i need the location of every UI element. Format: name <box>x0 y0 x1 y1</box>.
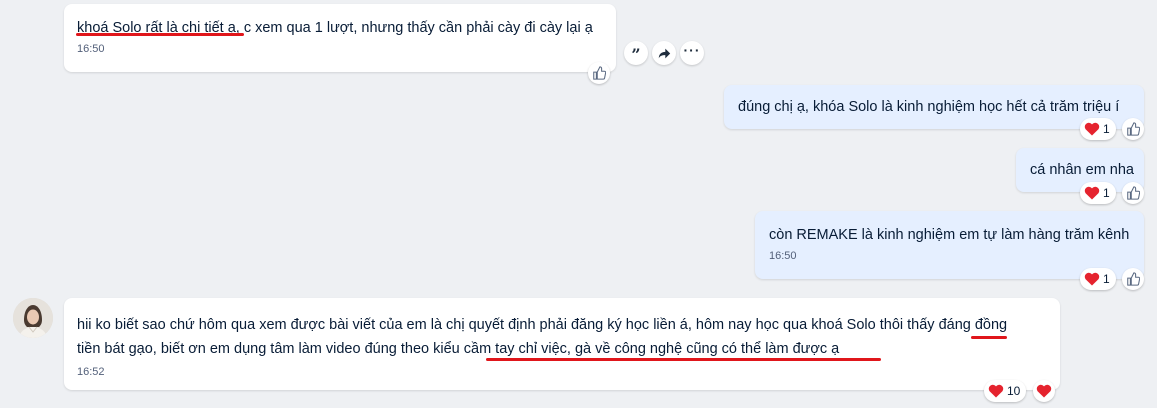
thumbs-up-icon <box>593 66 606 80</box>
user-photo-icon <box>13 298 53 338</box>
message-text: đúng chị ạ, khóa Solo là kinh nghiệm học… <box>738 99 1120 115</box>
heart-icon <box>1036 384 1052 398</box>
message-time: 16:52 <box>77 366 105 378</box>
heart-icon <box>1084 272 1100 286</box>
like-reaction-button[interactable] <box>1122 182 1144 204</box>
reaction-count: 1 <box>1103 272 1110 286</box>
thumbs-up-icon <box>1127 186 1140 200</box>
like-reaction-button[interactable] <box>1122 118 1144 140</box>
annotation-underline <box>486 358 881 361</box>
heart-reaction-button[interactable] <box>1033 380 1055 402</box>
forward-button[interactable] <box>652 41 676 65</box>
thumbs-up-icon <box>1127 272 1140 286</box>
heart-reaction-count[interactable]: 10 <box>984 380 1027 402</box>
heart-icon <box>1084 186 1100 200</box>
heart-reaction-count[interactable]: 1 <box>1080 268 1116 290</box>
avatar[interactable] <box>13 298 53 338</box>
heart-reaction-count[interactable]: 1 <box>1080 182 1116 204</box>
thumbs-up-icon <box>1127 122 1140 136</box>
quote-button[interactable]: ” <box>624 41 648 65</box>
annotation-underline <box>971 336 1007 339</box>
reaction-count: 10 <box>1007 384 1021 398</box>
quote-icon: ” <box>631 45 641 64</box>
share-icon <box>658 48 670 58</box>
message-text-line-1: hii ko biết sao chứ hôm qua xem được bài… <box>77 317 1008 333</box>
message-time: 16:50 <box>77 43 105 55</box>
reaction-count: 1 <box>1103 122 1110 136</box>
more-options-button[interactable]: ··· <box>680 41 704 65</box>
heart-icon <box>1084 122 1100 136</box>
message-text: cá nhân em nha <box>1030 162 1134 178</box>
like-reaction-button[interactable] <box>1122 268 1144 290</box>
heart-icon <box>988 384 1004 398</box>
message-time: 16:50 <box>769 250 797 262</box>
annotation-underline <box>76 33 244 36</box>
more-icon: ··· <box>683 42 701 58</box>
reaction-count: 1 <box>1103 186 1110 200</box>
message-text: còn REMAKE là kinh nghiệm em tự làm hàng… <box>769 227 1130 243</box>
incoming-message-1[interactable]: khoá Solo rất là chi tiết ạ, c xem qua 1… <box>64 4 616 72</box>
incoming-message-5[interactable]: hii ko biết sao chứ hôm qua xem được bài… <box>64 298 1060 390</box>
heart-reaction-count[interactable]: 1 <box>1080 118 1116 140</box>
like-reaction-button[interactable] <box>588 62 610 84</box>
